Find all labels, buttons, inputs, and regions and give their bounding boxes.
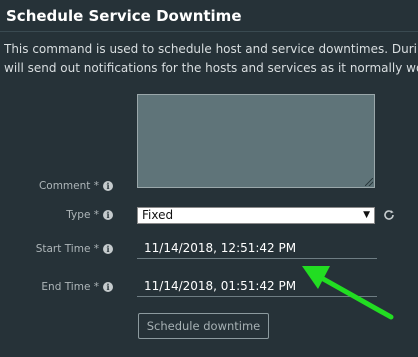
info-icon[interactable]: i [103,210,113,220]
info-icon[interactable]: i [103,282,113,292]
comment-label: Comment * i [39,180,113,192]
info-icon[interactable]: i [103,181,113,191]
end-time-input[interactable]: 11/14/2018, 01:51:42 PM [137,276,377,297]
dialog-header: Schedule Service Downtime [0,0,418,32]
description-line-1: This command is used to schedule host an… [4,42,418,56]
chevron-down-icon: ▼ [363,210,370,220]
info-icon[interactable]: i [103,244,113,254]
schedule-downtime-button[interactable]: Schedule downtime [138,313,269,339]
dialog-title: Schedule Service Downtime [6,7,242,25]
type-select[interactable]: Fixed ▼ [137,207,375,224]
start-time-input[interactable]: 11/14/2018, 12:51:42 PM [137,238,377,259]
resize-grip-icon[interactable] [365,178,373,186]
start-time-label: Start Time * i [36,243,113,255]
type-selected-value: Fixed [142,208,174,222]
type-label: Type * i [66,209,113,221]
comment-textarea[interactable] [137,94,375,188]
end-time-label: End Time * i [41,281,113,293]
refresh-icon[interactable] [382,208,396,222]
dialog-description: This command is used to schedule host an… [4,40,418,78]
description-line-2: will send out notifications for the host… [4,61,418,75]
